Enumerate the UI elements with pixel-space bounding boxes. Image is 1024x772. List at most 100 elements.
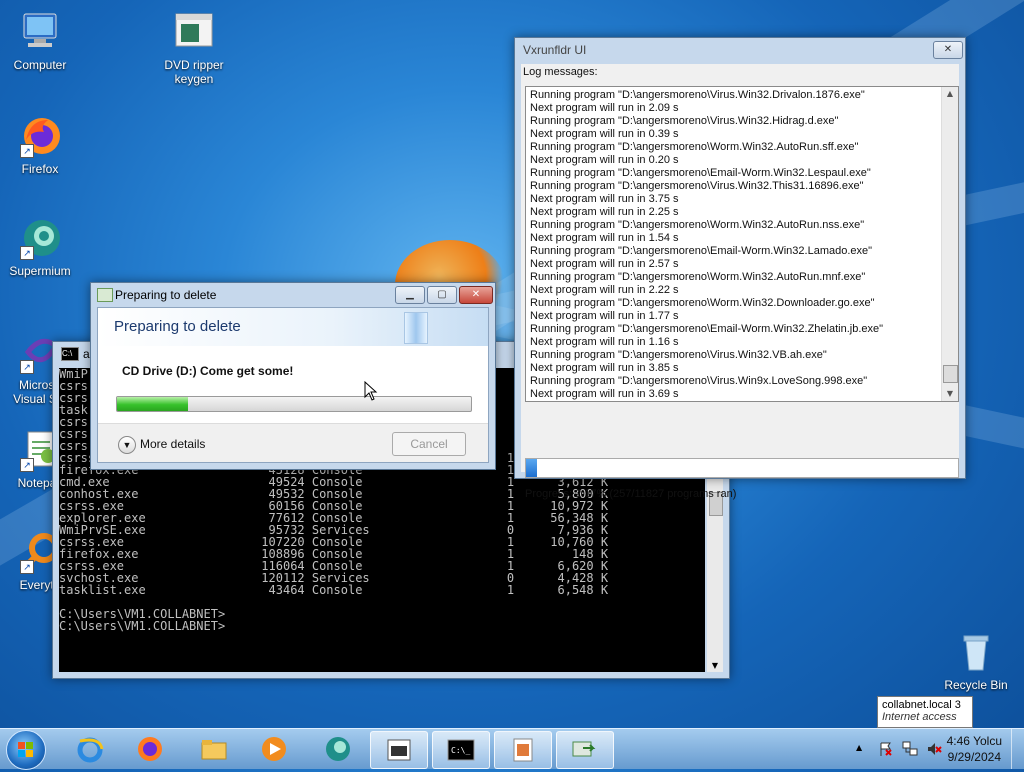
show-hidden-icons-icon[interactable]: ▲ bbox=[856, 743, 862, 752]
log-line: Running program "D:\angersmoreno\Virus.W… bbox=[530, 375, 868, 387]
desktop-icon-label: Recycle Bin bbox=[944, 678, 1008, 692]
desktop-icon-label: Computer bbox=[13, 58, 67, 72]
svg-text:C:\_: C:\_ bbox=[451, 746, 470, 755]
windows-logo-icon bbox=[18, 742, 33, 757]
log-messages-list[interactable]: Running program "D:\angersmoreno\Virus.W… bbox=[525, 86, 959, 402]
log-line: Running program "D:\angersmoreno\Email-W… bbox=[530, 323, 884, 335]
desktop-icon-label: Supermium bbox=[9, 264, 71, 278]
application-window-icon bbox=[387, 739, 411, 761]
log-line: Running program "D:\angersmoreno\Virus.W… bbox=[530, 89, 865, 101]
system-tray: ▲ 4:46 Yolcu 9/29/2024 bbox=[824, 729, 1024, 769]
computer-icon bbox=[18, 10, 62, 54]
recycle-bin-icon bbox=[954, 630, 998, 674]
scroll-down-arrow-icon[interactable]: ▼ bbox=[707, 661, 723, 670]
clock[interactable]: 4:46 Yolcu 9/29/2024 bbox=[947, 733, 1002, 765]
log-line: Next program will run in 3.85 s bbox=[530, 362, 679, 374]
application-icon bbox=[172, 10, 216, 54]
taskbar-supermium[interactable] bbox=[310, 731, 366, 767]
log-line: Running program "D:\angersmoreno\Worm.Wi… bbox=[530, 271, 866, 283]
log-line: Next program will run in 3.75 s bbox=[530, 193, 679, 205]
preparing-to-delete-dialog[interactable]: Preparing to delete ▁ ▢ ✕ Preparing to d… bbox=[90, 282, 496, 470]
run-progress-fill bbox=[526, 459, 537, 477]
mouse-cursor-icon bbox=[364, 381, 378, 401]
clock-date: 9/29/2024 bbox=[947, 750, 1001, 764]
close-button[interactable]: ✕ bbox=[459, 286, 493, 304]
desktop-icon-label: Firefox bbox=[21, 162, 59, 176]
maximize-button[interactable]: ▢ bbox=[427, 286, 457, 304]
desktop-icon-supermium[interactable]: ↗ Supermium bbox=[0, 216, 80, 278]
vxrunfldr-window[interactable]: Vxrunfldr UI ✕ Log messages: Running pro… bbox=[514, 37, 966, 500]
cmd-icon: C:\ bbox=[61, 347, 79, 361]
document-icon bbox=[513, 738, 533, 762]
folder-icon bbox=[201, 740, 227, 760]
desktop-icon-firefox[interactable]: ↗ Firefox bbox=[0, 114, 80, 176]
log-line: Running program "D:\angersmoreno\Virus.W… bbox=[530, 349, 827, 361]
log-line: Next program will run in 2.22 s bbox=[530, 284, 679, 296]
show-desktop-button[interactable] bbox=[1011, 729, 1024, 769]
log-messages-label: Log messages: bbox=[523, 66, 598, 78]
log-line: Next program will run in 1.54 s bbox=[530, 232, 679, 244]
shortcut-arrow-icon: ↗ bbox=[20, 360, 34, 374]
run-progress-bar bbox=[525, 458, 959, 478]
volume-muted-icon[interactable] bbox=[926, 741, 942, 757]
log-line: Running program "D:\angersmoreno\Virus.W… bbox=[530, 180, 864, 192]
dialog-footer: ▼ More details Cancel bbox=[98, 423, 488, 462]
drive-label: CD Drive (D:) Come get some! bbox=[122, 364, 294, 378]
taskbar-vxrunfldr[interactable] bbox=[556, 731, 614, 769]
minimize-button[interactable]: ▁ bbox=[395, 286, 425, 304]
log-line: Next program will run in 2.09 s bbox=[530, 102, 679, 114]
taskbar: C:\_ ▲ 4:46 Yolcu 9/29/2024 bbox=[0, 728, 1024, 770]
delete-progress-bar bbox=[116, 396, 472, 412]
log-lines: Running program "D:\angersmoreno\Virus.W… bbox=[530, 89, 940, 401]
log-scrollbar[interactable]: ▲ ▼ bbox=[941, 87, 958, 401]
start-button[interactable] bbox=[6, 730, 46, 770]
taskbar-command-prompt[interactable]: C:\_ bbox=[432, 731, 490, 769]
taskbar-firefox[interactable] bbox=[122, 731, 178, 767]
log-line: Next program will run in 1.77 s bbox=[530, 310, 679, 322]
shortcut-arrow-icon: ↗ bbox=[20, 246, 34, 260]
scroll-thumb[interactable] bbox=[943, 365, 958, 383]
desktop-icon-computer[interactable]: Computer bbox=[0, 10, 80, 72]
desktop-icon-recycle-bin[interactable]: Recycle Bin bbox=[936, 630, 1016, 692]
console-line: tasklist.exe 43464 Console 1 6,548 K bbox=[59, 583, 609, 597]
more-details-toggle[interactable]: ▼ More details bbox=[118, 436, 205, 454]
taskbar-media-player[interactable] bbox=[246, 731, 302, 767]
vxrunfldr-titlebar[interactable]: Vxrunfldr UI ✕ bbox=[515, 38, 965, 62]
network-icon[interactable] bbox=[902, 741, 918, 757]
supermium-icon: ↗ bbox=[18, 216, 62, 260]
recycle-glass-icon bbox=[404, 312, 428, 344]
close-button[interactable]: ✕ bbox=[933, 41, 963, 59]
log-line: Running program "D:\angersmoreno\Virus.W… bbox=[530, 115, 839, 127]
shortcut-arrow-icon: ↗ bbox=[20, 144, 34, 158]
chevron-down-icon: ▼ bbox=[118, 436, 136, 454]
transfer-icon bbox=[572, 741, 596, 757]
scroll-up-arrow-icon[interactable]: ▲ bbox=[942, 87, 958, 101]
vxrunfldr-content: Log messages: Running program "D:\angers… bbox=[521, 64, 959, 500]
delete-dialog-icon bbox=[97, 288, 113, 302]
log-line: Next program will run in 2.25 s bbox=[530, 206, 679, 218]
taskbar-delete-dialog[interactable] bbox=[494, 731, 552, 769]
taskbar-file-explorer[interactable] bbox=[186, 731, 242, 767]
firefox-icon: ↗ bbox=[18, 114, 62, 158]
cancel-button[interactable]: Cancel bbox=[392, 432, 466, 456]
dialog-heading-text: Preparing to delete bbox=[114, 318, 241, 335]
dialog-titlebar[interactable]: Preparing to delete ▁ ▢ ✕ bbox=[91, 283, 495, 307]
network-status: Internet access bbox=[882, 711, 957, 723]
scroll-down-arrow-icon[interactable]: ▼ bbox=[942, 387, 958, 401]
taskbar-app-window[interactable] bbox=[370, 731, 428, 769]
media-player-icon bbox=[262, 737, 286, 761]
shortcut-arrow-icon: ↗ bbox=[20, 458, 34, 472]
log-line: Running program "D:\angersmoreno\Email-W… bbox=[530, 167, 871, 179]
delete-progress-fill bbox=[117, 397, 188, 411]
log-line: Next program will run in 1.16 s bbox=[530, 336, 679, 348]
desktop-icon-label: DVD ripper keygen bbox=[164, 58, 224, 86]
dialog-content: Preparing to delete CD Drive (D:) Come g… bbox=[97, 307, 489, 463]
console-line: C:\Users\VM1.COLLABNET> bbox=[59, 619, 226, 633]
dialog-title: Preparing to delete bbox=[115, 288, 217, 302]
log-line: Running program "D:\angersmoreno\Worm.Wi… bbox=[530, 219, 865, 231]
action-center-flag-icon[interactable] bbox=[878, 741, 894, 757]
taskbar-internet-explorer[interactable] bbox=[62, 731, 118, 767]
log-line: Next program will run in 3.69 s bbox=[530, 388, 679, 400]
desktop-icon-dvd-ripper-keygen[interactable]: DVD ripper keygen bbox=[154, 10, 234, 86]
log-line: Running program "D:\angersmoreno\Worm.Wi… bbox=[530, 141, 859, 153]
